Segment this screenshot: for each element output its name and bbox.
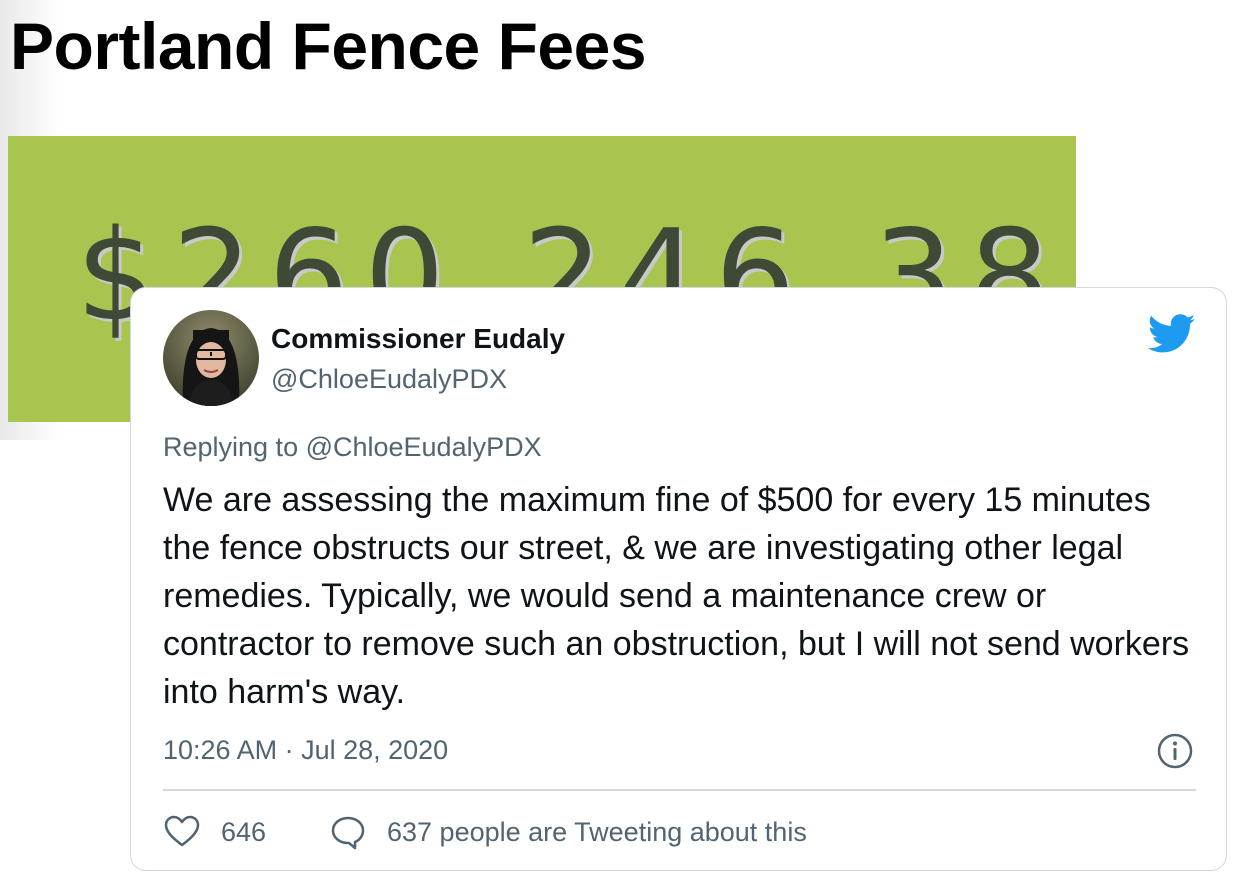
tweet-text: We are assessing the maximum fine of $50… (163, 481, 1190, 711)
discussion-count: 637 people are Tweeting about this (387, 817, 807, 847)
info-icon[interactable] (1156, 732, 1194, 770)
replying-to-line[interactable]: Replying to @ChloeEudalyPDX (163, 430, 542, 464)
page-title: Portland Fence Fees (10, 9, 647, 83)
heart-icon (164, 815, 200, 847)
embedded-tweet-card[interactable]: Commissioner Eudaly @ChloeEudalyPDX Repl… (130, 287, 1227, 871)
speech-bubble-icon (331, 816, 365, 850)
avatar-portrait-icon (182, 328, 240, 406)
author-name[interactable]: Commissioner Eudaly (271, 322, 565, 356)
divider (163, 789, 1196, 791)
twitter-bird-icon[interactable] (1148, 314, 1196, 354)
like-count: 646 (221, 817, 267, 847)
author-handle[interactable]: @ChloeEudalyPDX (271, 362, 507, 396)
avatar[interactable] (163, 310, 259, 406)
discussion-link[interactable]: 637 people are Tweeting about this (329, 812, 807, 852)
like-button[interactable]: 646 (163, 812, 266, 852)
tweet-timestamp[interactable]: 10:26 AM · Jul 28, 2020 (163, 733, 448, 767)
